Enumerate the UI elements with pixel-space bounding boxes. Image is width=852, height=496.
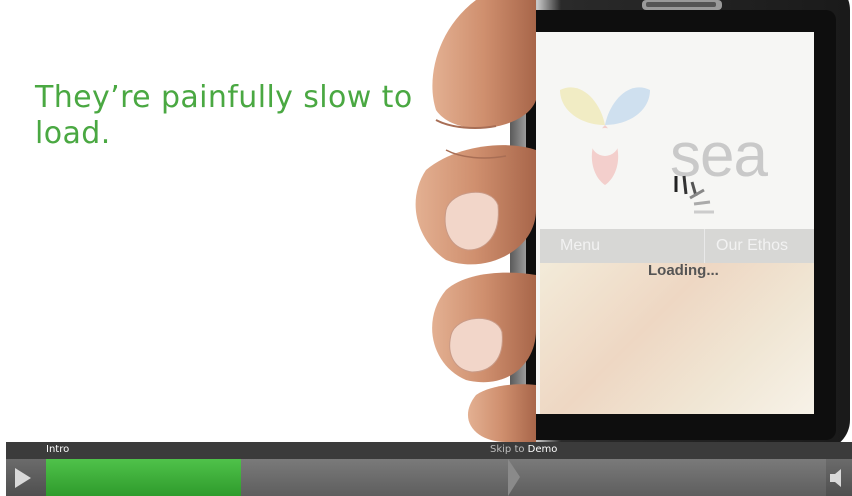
player-control-bar [6,459,852,496]
chapter-label-intro[interactable]: Intro [46,444,69,455]
phone-hero-photo [540,263,814,414]
slide: They’re painfully slow to load. sea Menu… [6,0,852,442]
chapter-marker-arrow [508,459,520,496]
loading-spinner-icon [674,175,714,214]
trefoil-logo-icon [560,87,650,185]
skip-target: Demo [527,444,558,455]
skip-prefix: Skip to [490,444,525,455]
play-icon [15,468,31,488]
nav-item-menu[interactable]: Menu [560,237,600,255]
mute-button[interactable] [826,459,852,496]
nav-item-our-ethos[interactable]: Our Ethos [716,237,788,255]
progress-bar[interactable] [46,459,826,496]
speaker-mute-icon [830,469,841,487]
loading-label: Loading... [648,262,719,279]
progress-fill [46,459,241,496]
skip-to-demo-link[interactable]: Skip to Demo [490,444,557,455]
presentation-frame: They’re painfully slow to load. sea Menu… [6,0,852,496]
phone-nav-bar: Menu Our Ethos [540,229,814,263]
phone-screen: sea Menu Our Ethos Loading... [536,32,814,414]
play-button[interactable] [6,459,46,496]
nav-divider [704,229,705,263]
chapter-info-bar: Intro Skip to Demo [6,442,852,459]
